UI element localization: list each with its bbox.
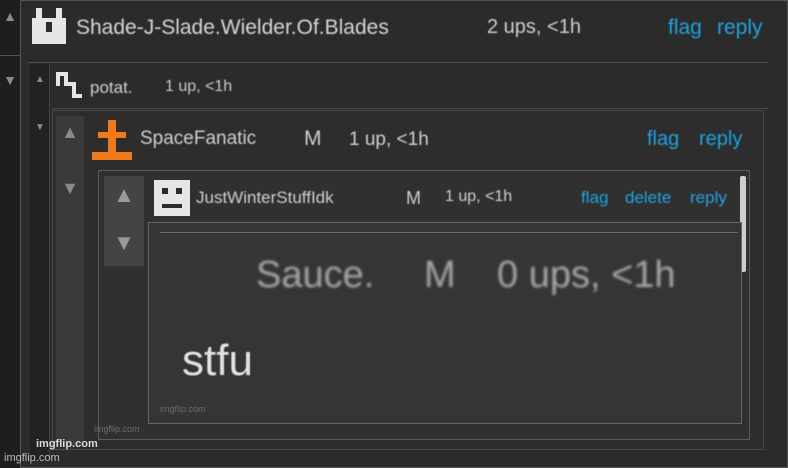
avatar[interactable]: [90, 118, 134, 162]
downvote-icon[interactable]: ▼: [30, 122, 50, 133]
upvote-icon[interactable]: ▲: [56, 122, 84, 143]
comment-meta: 1 up, <1h: [349, 129, 429, 150]
divider: [0, 55, 20, 56]
reply-link[interactable]: reply: [717, 16, 763, 40]
comment-meta: 0 ups, <1h: [497, 254, 676, 296]
blocky-avatar-icon: [56, 72, 82, 98]
comment-body: stfu: [182, 336, 253, 385]
comment-username[interactable]: Shade-J-Slade.Wielder.Of.Blades: [76, 16, 389, 40]
comment-username[interactable]: Sauce.: [256, 254, 374, 297]
flag-link[interactable]: flag: [668, 16, 702, 40]
comment-username[interactable]: JustWinterStuffIdk: [196, 188, 334, 208]
watermark: imgflip.com: [4, 452, 60, 464]
flag-link[interactable]: flag: [647, 128, 679, 151]
mod-badge: M: [304, 127, 322, 150]
face-avatar-icon: [154, 180, 190, 216]
downvote-icon[interactable]: ▼: [56, 178, 84, 199]
upvote-icon[interactable]: ▲: [0, 8, 20, 38]
avatar[interactable]: [152, 178, 192, 218]
comment-username[interactable]: potat.: [90, 78, 133, 98]
reply-link[interactable]: reply: [699, 128, 742, 151]
comment-panel-level-5: [148, 222, 742, 424]
downvote-icon[interactable]: ▼: [0, 72, 20, 102]
divider: [28, 62, 768, 63]
vote-column-outer: [0, 0, 20, 468]
robot-avatar-icon: [32, 8, 66, 44]
divider: [52, 108, 768, 109]
watermark: imgflip.com: [36, 438, 98, 450]
vote-column: [56, 116, 84, 446]
flag-link[interactable]: flag: [581, 188, 608, 208]
divider: [160, 232, 738, 233]
avatar[interactable]: [54, 70, 86, 102]
comment-username[interactable]: SpaceFanatic: [140, 128, 256, 150]
mod-badge: M: [424, 254, 456, 296]
watermark: imgflip.com: [94, 424, 140, 434]
comment-meta: 1 up, <1h: [165, 78, 233, 95]
comment-meta: 1 up, <1h: [445, 188, 513, 205]
downvote-icon[interactable]: ▼: [104, 230, 144, 256]
avatar[interactable]: [30, 6, 68, 46]
rocket-avatar-icon: [92, 120, 132, 160]
delete-link[interactable]: delete: [625, 188, 671, 208]
reply-link[interactable]: reply: [690, 188, 727, 208]
mod-badge: M: [406, 188, 421, 208]
watermark: imgflip.com: [160, 404, 206, 414]
upvote-icon[interactable]: ▲: [104, 182, 144, 208]
upvote-icon[interactable]: ▲: [30, 74, 50, 85]
comment-meta: 2 ups, <1h: [487, 16, 581, 38]
